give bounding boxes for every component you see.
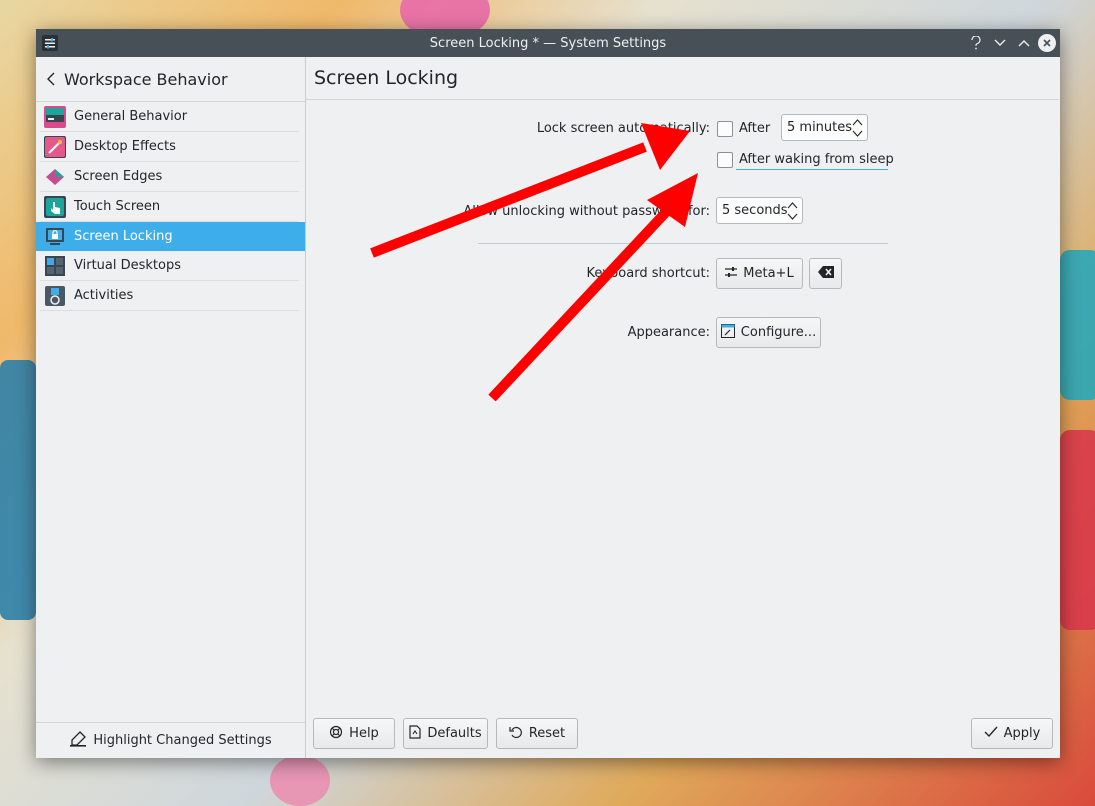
apply-button-label: Apply — [1003, 726, 1041, 741]
help-button-label: Help — [349, 726, 379, 741]
sidebar-item-activities[interactable]: Activities — [40, 281, 299, 311]
close-icon[interactable] — [1038, 34, 1056, 52]
defaults-button[interactable]: Defaults — [403, 718, 488, 749]
sidebar-item-label: Activities — [74, 288, 134, 303]
separator — [478, 243, 888, 244]
undo-icon — [509, 725, 523, 743]
screen-locking-icon — [44, 226, 66, 248]
system-settings-icon[interactable] — [42, 35, 58, 51]
sidebar: Workspace Behavior General Behavior Desk… — [36, 57, 306, 758]
appearance-label: Appearance: — [627, 325, 710, 340]
sidebar-item-screen-edges[interactable]: Screen Edges — [40, 162, 299, 192]
highlight-changed-settings-button[interactable]: Highlight Changed Settings — [36, 722, 305, 758]
focus-underline — [736, 169, 888, 170]
help-button[interactable]: Help — [313, 718, 395, 749]
settings-form: Lock screen automatically: After 5 minut… — [306, 100, 1060, 722]
sidebar-item-label: Screen Edges — [74, 169, 163, 184]
sidebar-header-label: Workspace Behavior — [64, 69, 228, 89]
sidebar-item-label: Virtual Desktops — [74, 258, 181, 273]
unlock-grace-value: 5 seconds — [722, 203, 788, 218]
sidebar-item-desktop-effects[interactable]: Desktop Effects — [40, 132, 299, 162]
virtual-desktops-icon — [44, 255, 66, 277]
checkmark-icon — [984, 726, 998, 742]
configure-icon — [720, 323, 735, 342]
bottom-button-bar: Help Defaults Reset Apply — [306, 718, 1060, 758]
reset-button-label: Reset — [528, 726, 566, 741]
sidebar-item-virtual-desktops[interactable]: Virtual Desktops — [40, 251, 299, 281]
wallpaper-decoration — [1060, 430, 1095, 630]
back-arrow-icon[interactable] — [46, 72, 64, 86]
after-waking-from-sleep-label: After waking from sleep — [739, 152, 894, 167]
configure-button[interactable]: Configure... — [716, 317, 821, 348]
lock-screen-automatically-label: Lock screen automatically: — [536, 121, 710, 136]
help-icon[interactable] — [966, 32, 986, 54]
allow-unlocking-label: Allow unlocking without password for: — [463, 204, 710, 219]
help-lifebuoy-icon — [329, 725, 343, 743]
touch-screen-icon — [44, 195, 66, 218]
reset-button[interactable]: Reset — [496, 718, 578, 749]
wallpaper-decoration — [0, 360, 36, 620]
after-waking-from-sleep-checkbox[interactable] — [717, 152, 733, 168]
window-title: Screen Locking * — System Settings — [429, 35, 667, 51]
sidebar-item-label: Desktop Effects — [74, 139, 176, 154]
shortcut-config-icon — [725, 266, 738, 282]
shortcut-value: Meta+L — [743, 266, 794, 281]
clear-shortcut-button[interactable] — [809, 258, 842, 289]
highlighter-icon — [69, 730, 87, 751]
screen-edges-icon — [44, 166, 66, 188]
sidebar-item-label: Screen Locking — [74, 229, 173, 244]
wallpaper-decoration — [1060, 250, 1095, 400]
spinbox-arrows-icon[interactable] — [852, 118, 863, 138]
highlight-changed-settings-label: Highlight Changed Settings — [93, 733, 272, 748]
sidebar-item-touch-screen[interactable]: Touch Screen — [40, 192, 299, 222]
lock-after-spinbox[interactable]: 5 minutes — [781, 114, 868, 141]
maximize-icon[interactable] — [1014, 32, 1034, 54]
general-behavior-icon — [44, 105, 66, 128]
after-checkbox[interactable] — [717, 121, 733, 137]
activities-icon — [44, 285, 66, 307]
defaults-document-icon — [409, 724, 421, 743]
configure-label: Configure... — [740, 325, 817, 340]
sidebar-item-general-behavior[interactable]: General Behavior — [40, 102, 299, 132]
sidebar-item-screen-locking[interactable]: Screen Locking — [36, 222, 305, 251]
spinbox-arrows-icon[interactable] — [787, 201, 798, 221]
system-settings-window: Screen Locking * — System Settings Works… — [36, 29, 1060, 758]
title-bar[interactable]: Screen Locking * — System Settings — [36, 29, 1060, 57]
after-label: After — [739, 121, 771, 136]
minimize-icon[interactable] — [990, 32, 1010, 54]
sidebar-item-label: Touch Screen — [74, 199, 161, 214]
main-panel: Screen Locking Lock screen automatically… — [306, 57, 1060, 758]
keyboard-shortcut-label: Keyboard shortcut: — [586, 266, 710, 281]
apply-button[interactable]: Apply — [971, 718, 1053, 749]
keyboard-shortcut-button[interactable]: Meta+L — [716, 258, 803, 289]
sidebar-item-label: General Behavior — [74, 109, 188, 124]
backspace-icon — [817, 265, 834, 282]
lock-after-value: 5 minutes — [787, 120, 853, 135]
defaults-button-label: Defaults — [427, 726, 482, 741]
page-title: Screen Locking — [306, 57, 1059, 100]
wallpaper-decoration — [270, 755, 330, 806]
unlock-grace-spinbox[interactable]: 5 seconds — [716, 197, 803, 224]
desktop-effects-icon — [44, 135, 66, 158]
sidebar-header[interactable]: Workspace Behavior — [36, 57, 305, 102]
